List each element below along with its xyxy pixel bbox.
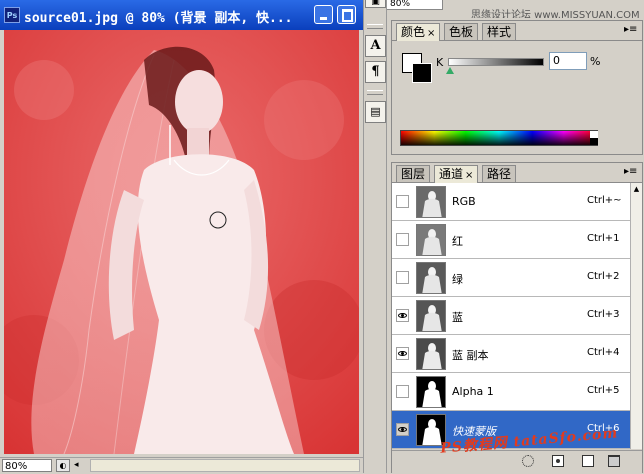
panel-menu-icon[interactable]: ▸≡ bbox=[624, 24, 637, 35]
channel-shortcut: Ctrl+4 bbox=[587, 347, 620, 358]
eye-icon[interactable] bbox=[396, 347, 409, 360]
close-icon[interactable]: × bbox=[465, 170, 473, 181]
channel-shortcut: Ctrl+2 bbox=[587, 271, 620, 282]
channel-thumbnail bbox=[416, 300, 446, 332]
channel-name: 蓝 副本 bbox=[452, 349, 489, 362]
trash-icon[interactable] bbox=[608, 455, 620, 467]
channel-shortcut: Ctrl+3 bbox=[587, 309, 620, 320]
tab-swatches[interactable]: 色板 bbox=[444, 23, 479, 40]
panel-menu-icon[interactable]: ▸≡ bbox=[624, 166, 637, 177]
save-selection-icon[interactable] bbox=[552, 455, 564, 467]
channels-panel-tabs: 图层 通道 × 路径 ▸≡ bbox=[392, 163, 642, 183]
tab-styles[interactable]: 样式 bbox=[482, 23, 517, 40]
background-color-swatch[interactable] bbox=[412, 63, 432, 83]
k-value-input[interactable]: 0 bbox=[549, 52, 587, 70]
channel-row-alpha1[interactable]: Alpha 1 Ctrl+5 bbox=[392, 373, 630, 411]
document-title: source01.jpg @ 80% (背景 副本, 快... bbox=[24, 11, 293, 26]
status-info-button[interactable]: ◐ bbox=[56, 459, 70, 472]
paragraph-panel-icon[interactable]: ¶ bbox=[365, 61, 386, 83]
k-unit-label: % bbox=[590, 55, 601, 68]
image-canvas[interactable] bbox=[4, 30, 359, 454]
channel-thumbnail bbox=[416, 262, 446, 294]
channel-name: 红 bbox=[452, 235, 463, 248]
color-panel-tabs: 颜色 × 色板 样式 ▸≡ bbox=[392, 21, 642, 41]
k-slider-thumb[interactable] bbox=[446, 67, 454, 74]
channel-row-rgb[interactable]: RGB Ctrl+~ bbox=[392, 183, 630, 221]
channel-list: RGB Ctrl+~ 红 Ctrl+1 绿 Ctrl+2 蓝 Ctrl+3 蓝 … bbox=[392, 183, 630, 449]
status-menu-arrow-icon[interactable]: ◂ bbox=[74, 459, 86, 472]
channel-thumbnail bbox=[416, 376, 446, 408]
options-strip: 80% 思缘设计论坛 www.MISSYUAN.COM bbox=[387, 0, 644, 18]
channel-thumbnail bbox=[416, 224, 446, 256]
layers-comp-icon[interactable]: ▣ bbox=[365, 0, 386, 8]
new-channel-icon[interactable] bbox=[582, 455, 594, 467]
channel-row-blue[interactable]: 蓝 Ctrl+3 bbox=[392, 297, 630, 335]
load-selection-icon[interactable] bbox=[522, 455, 534, 467]
k-channel-label: K bbox=[436, 56, 444, 69]
channel-name: RGB bbox=[452, 195, 476, 208]
tab-paths[interactable]: 路径 bbox=[482, 165, 517, 182]
maximize-button[interactable] bbox=[337, 5, 356, 24]
dock-grip[interactable] bbox=[367, 90, 383, 95]
channel-thumbnail bbox=[416, 186, 446, 218]
channel-shortcut: Ctrl+5 bbox=[587, 385, 620, 396]
channel-row-red[interactable]: 红 Ctrl+1 bbox=[392, 221, 630, 259]
document-window: Ps source01.jpg @ 80% (背景 副本, 快... 80% ◐… bbox=[0, 0, 363, 474]
channel-shortcut: Ctrl+~ bbox=[587, 195, 622, 206]
visibility-toggle[interactable] bbox=[396, 271, 409, 284]
channel-row-green[interactable]: 绿 Ctrl+2 bbox=[392, 259, 630, 297]
photoshop-icon: Ps bbox=[4, 7, 20, 23]
opacity-field[interactable]: 80% bbox=[387, 0, 443, 10]
eye-icon[interactable] bbox=[396, 309, 409, 322]
dock-grip[interactable] bbox=[367, 24, 383, 29]
channel-name: 绿 bbox=[452, 273, 463, 286]
scroll-up-icon[interactable]: ▲ bbox=[631, 183, 642, 195]
k-slider-track[interactable] bbox=[448, 58, 544, 66]
bride-photo-quickmask bbox=[4, 30, 359, 454]
document-titlebar[interactable]: Ps source01.jpg @ 80% (背景 副本, 快... bbox=[0, 0, 363, 30]
channel-list-scrollbar[interactable]: ▲ bbox=[630, 183, 642, 449]
tab-channels[interactable]: 通道 × bbox=[434, 165, 479, 183]
info-panel-icon[interactable]: ▤ bbox=[365, 101, 386, 123]
black-white-swatch[interactable] bbox=[590, 131, 598, 145]
horizontal-scrollbar[interactable] bbox=[90, 459, 360, 472]
color-spectrum-bar[interactable] bbox=[400, 130, 598, 146]
zoom-level-field[interactable]: 80% bbox=[2, 459, 52, 472]
tab-layers[interactable]: 图层 bbox=[396, 165, 431, 182]
color-panel: 颜色 × 色板 样式 ▸≡ K 0 % bbox=[391, 20, 643, 155]
close-icon[interactable]: × bbox=[427, 28, 435, 39]
site-watermark: 思缘设计论坛 www.MISSYUAN.COM bbox=[471, 10, 640, 18]
character-panel-icon[interactable]: A bbox=[365, 35, 386, 57]
channel-shortcut: Ctrl+1 bbox=[587, 233, 620, 244]
panel-dock-strip: ▣ A ¶ ▤ bbox=[363, 0, 387, 473]
channels-footer bbox=[392, 450, 642, 473]
channel-name: Alpha 1 bbox=[452, 385, 494, 398]
right-panels: 80% 思缘设计论坛 www.MISSYUAN.COM 颜色 × 色板 样式 ▸≡… bbox=[387, 0, 644, 473]
visibility-toggle[interactable] bbox=[396, 233, 409, 246]
document-statusbar: 80% ◐ ◂ bbox=[0, 457, 363, 474]
channel-name: 蓝 bbox=[452, 311, 463, 324]
channel-thumbnail bbox=[416, 338, 446, 370]
eye-icon[interactable] bbox=[396, 423, 409, 436]
visibility-toggle[interactable] bbox=[396, 195, 409, 208]
channel-row-blue-copy[interactable]: 蓝 副本 Ctrl+4 bbox=[392, 335, 630, 373]
visibility-toggle[interactable] bbox=[396, 385, 409, 398]
tab-color[interactable]: 颜色 × bbox=[396, 23, 441, 41]
minimize-button[interactable] bbox=[314, 5, 333, 24]
